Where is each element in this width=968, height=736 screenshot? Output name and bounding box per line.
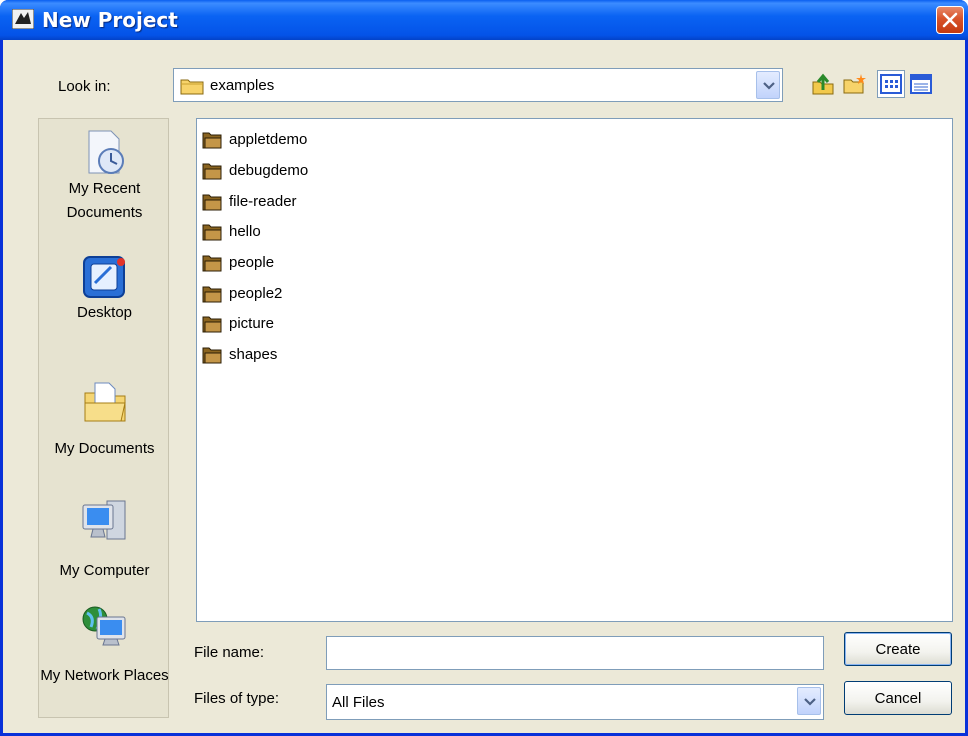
title-bar[interactable]: New Project	[0, 0, 968, 40]
folder-icon	[202, 194, 222, 211]
file-name-label: File name:	[194, 644, 265, 661]
folder-icon	[202, 224, 222, 241]
files-of-type-dropdown[interactable]: All Files	[326, 684, 824, 720]
place-recent-documents[interactable]: My Recent Documents	[39, 129, 170, 225]
close-icon	[942, 12, 958, 28]
create-new-folder-icon	[843, 74, 866, 94]
close-button[interactable]	[936, 6, 964, 34]
folder-icon	[180, 79, 204, 95]
place-label: Desktop	[76, 304, 133, 321]
look-in-value: examples	[210, 77, 275, 94]
list-view-icon	[880, 74, 902, 94]
folder-icon	[202, 132, 222, 149]
create-new-folder-button[interactable]	[841, 70, 869, 98]
list-view-button[interactable]	[877, 70, 905, 98]
look-in-label: Look in:	[58, 78, 111, 95]
my-computer-icon	[82, 500, 125, 540]
files-of-type-dropdown-arrow[interactable]	[797, 687, 821, 715]
folder-icon	[202, 163, 222, 180]
folder-icon	[202, 255, 222, 272]
look-in-dropdown-arrow[interactable]	[756, 71, 780, 99]
files-of-type-label: Files of type:	[194, 690, 280, 707]
up-one-level-icon	[812, 73, 834, 95]
cancel-button[interactable]: Cancel	[844, 681, 952, 715]
look-in-dropdown[interactable]: examples	[173, 68, 783, 102]
chevron-down-icon	[804, 698, 816, 706]
files-of-type-value: All Files	[332, 694, 385, 711]
place-label: My Recent Documents	[66, 180, 143, 221]
file-name-input[interactable]	[326, 636, 824, 670]
place-my-documents[interactable]: My Documents	[39, 377, 170, 461]
place-label: My Documents	[54, 440, 155, 457]
details-view-button[interactable]	[907, 70, 935, 98]
up-one-level-button[interactable]	[809, 70, 837, 98]
chevron-down-icon	[763, 82, 775, 90]
place-network-places[interactable]: My Network Places	[39, 603, 170, 689]
new-project-dialog: New Project Look in: examples My Recent …	[0, 0, 968, 736]
recent-documents-icon	[88, 130, 124, 174]
place-label: My Network Places	[40, 667, 169, 684]
place-my-computer[interactable]: My Computer	[39, 497, 170, 583]
file-list[interactable]: appletdemo debugdemo file-reader hello p…	[196, 118, 953, 622]
app-icon	[12, 9, 34, 29]
place-label: My Computer	[59, 562, 150, 579]
place-desktop[interactable]: Desktop	[39, 253, 170, 325]
my-documents-icon	[84, 382, 126, 422]
details-view-icon	[910, 74, 932, 94]
network-places-icon	[82, 606, 125, 646]
places-bar: My Recent Documents Desktop My Documents	[38, 118, 169, 718]
window-title: New Project	[42, 8, 178, 32]
create-button[interactable]: Create	[844, 632, 952, 666]
folder-icon	[202, 347, 222, 364]
folder-icon	[202, 316, 222, 333]
desktop-icon	[82, 256, 125, 298]
folder-icon	[202, 286, 222, 303]
